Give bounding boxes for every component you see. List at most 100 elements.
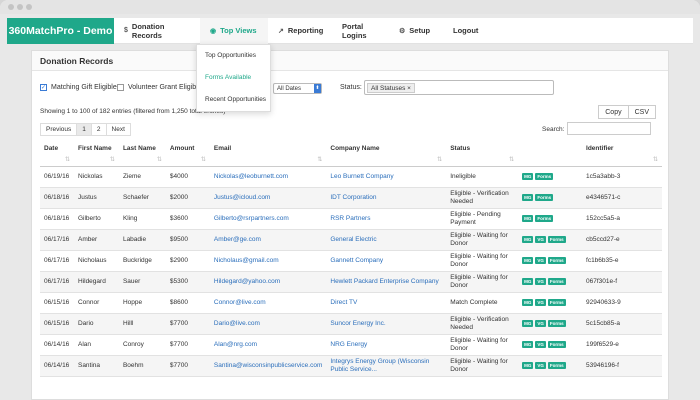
company-link[interactable]: NRG Energy	[330, 341, 367, 348]
badge-mg[interactable]: MG	[522, 193, 534, 201]
nav-donation-records[interactable]: $ Donation Records	[114, 18, 200, 44]
table-row[interactable]: 06/14/16 Alan Conroy $7700 Alan@nrg.com NRG E…	[40, 334, 662, 356]
sort-icon[interactable]: ⇅	[157, 156, 162, 163]
badge-vg[interactable]: VG	[535, 319, 546, 327]
nav-reporting[interactable]: ↗ Reporting	[268, 18, 330, 44]
column-header[interactable]: Last Name ⇅	[118, 142, 166, 167]
badge-mg[interactable]: MG	[522, 277, 534, 285]
company-link[interactable]: Gannett Company	[330, 257, 383, 264]
previous-page-button[interactable]: Previous	[40, 123, 78, 136]
table-row[interactable]: 06/14/16 Santina Boehm $7700 Santina@wiscons…	[40, 355, 662, 377]
table-row[interactable]: 06/19/16 Nickolas Zieme $4000 Nickolas@leobu…	[40, 166, 662, 188]
status-multiselect[interactable]: All Statuses ×	[364, 80, 554, 95]
email-link[interactable]: Amber@ge.com	[214, 236, 261, 243]
badge-forms[interactable]: Forms	[535, 172, 554, 180]
email-link[interactable]: Alan@nrg.com	[214, 341, 257, 348]
sort-icon[interactable]: ⇅	[110, 156, 115, 163]
window-dot-icon[interactable]	[8, 4, 14, 10]
badge-forms[interactable]: Forms	[535, 193, 554, 201]
sort-icon[interactable]: ⇅	[437, 156, 442, 163]
badge-forms[interactable]: Forms	[547, 298, 566, 306]
search-input[interactable]	[567, 122, 651, 135]
badge-vg[interactable]: VG	[535, 298, 546, 306]
badge-mg[interactable]: MG	[522, 235, 534, 243]
column-header[interactable]: Status ⇅	[446, 142, 519, 167]
badge-forms[interactable]: Forms	[547, 319, 566, 327]
dropdown-forms-available[interactable]: Forms Available	[197, 67, 270, 89]
column-header[interactable]: Identifier ⇅	[582, 142, 662, 167]
badge-mg[interactable]: MG	[522, 214, 534, 222]
badge-mg[interactable]: MG	[522, 256, 534, 264]
date-range-select[interactable]: All Dates ⬍	[273, 83, 322, 94]
nav-logout[interactable]: Logout	[439, 18, 488, 44]
email-link[interactable]: Nicholaus@gmail.com	[214, 257, 279, 264]
table-row[interactable]: 06/17/16 Nicholaus Buckridge $2900 Nicholaus…	[40, 250, 662, 272]
badge-vg[interactable]: VG	[535, 256, 546, 264]
page-2-button[interactable]: 2	[90, 123, 107, 136]
table-row[interactable]: 06/18/16 Justus Schaefer $2000 Justus@icloud…	[40, 187, 662, 209]
csv-button[interactable]: CSV	[627, 105, 656, 119]
page-1-button[interactable]: 1	[76, 123, 92, 136]
company-link[interactable]: Integrys Energy Group (Wisconsin Public …	[330, 358, 429, 373]
dropdown-recent-opportunities[interactable]: Recent Opportunities	[197, 89, 270, 111]
company-link[interactable]: Direct TV	[330, 299, 357, 306]
table-row[interactable]: 06/17/16 Hildegard Sauer $5300 Hildegard@yah…	[40, 271, 662, 293]
sort-icon[interactable]: ⇅	[65, 156, 70, 163]
brand-logo[interactable]: 360MatchPro - Demo	[7, 17, 114, 44]
email-link[interactable]: Gilberto@rsrpartners.com	[214, 215, 289, 222]
table-row[interactable]: 06/17/16 Amber Labadie $9500 Amber@ge.com Gen…	[40, 229, 662, 251]
checkbox-unchecked-icon[interactable]	[117, 84, 124, 91]
badge-vg[interactable]: VG	[535, 340, 546, 348]
badge-forms[interactable]: Forms	[547, 361, 566, 369]
volunteer-grant-checkbox[interactable]: Volunteer Grant Eligible	[117, 84, 202, 91]
badge-vg[interactable]: VG	[535, 277, 546, 285]
column-header[interactable]: Date ⇅	[40, 142, 74, 167]
remove-tag-icon[interactable]: ×	[407, 85, 411, 92]
badge-forms[interactable]: Forms	[547, 277, 566, 285]
column-header[interactable]	[518, 142, 583, 167]
column-header[interactable]: First Name ⇅	[73, 142, 119, 167]
badge-mg[interactable]: MG	[522, 340, 534, 348]
nav-setup[interactable]: ⚙ Setup	[387, 18, 439, 44]
window-dot-icon[interactable]	[26, 4, 32, 10]
email-link[interactable]: Hildegard@yahoo.com	[214, 278, 280, 285]
sort-icon[interactable]: ⇅	[653, 156, 658, 163]
matching-gift-checkbox[interactable]: ✓ Matching Gift Eligible	[40, 84, 117, 91]
badge-mg[interactable]: MG	[522, 319, 534, 327]
email-link[interactable]: Justus@icloud.com	[214, 194, 270, 201]
company-link[interactable]: Hewlett Packard Enterprise Company	[330, 278, 438, 285]
badge-forms[interactable]: Forms	[547, 340, 566, 348]
copy-button[interactable]: Copy	[598, 105, 629, 119]
column-header[interactable]: Email ⇅	[209, 142, 327, 167]
sort-icon[interactable]: ⇅	[201, 156, 206, 163]
table-row[interactable]: 06/18/16 Gilberto Kling $3600 Gilberto@rsrpa…	[40, 208, 662, 230]
company-link[interactable]: IDT Corporation	[330, 194, 376, 201]
company-link[interactable]: Leo Burnett Company	[330, 173, 393, 180]
table-row[interactable]: 06/15/16 Connor Hoppe $8600 Connor@live.com D…	[40, 292, 662, 314]
nav-portal-logins[interactable]: Portal Logins	[330, 18, 387, 44]
company-link[interactable]: Suncor Energy Inc.	[330, 320, 385, 327]
checkbox-checked-icon[interactable]: ✓	[40, 84, 47, 91]
dropdown-top-opportunities[interactable]: Top Opportunities	[197, 45, 270, 67]
column-header[interactable]: Company Name ⇅	[326, 142, 447, 167]
sort-icon[interactable]: ⇅	[509, 156, 514, 163]
badge-forms[interactable]: Forms	[535, 214, 554, 222]
chevron-down-icon[interactable]: ⬍	[314, 84, 321, 93]
badge-mg[interactable]: MG	[522, 172, 534, 180]
email-link[interactable]: Connor@live.com	[214, 299, 266, 306]
column-header[interactable]: Amount ⇅	[165, 142, 210, 167]
badge-mg[interactable]: MG	[522, 298, 534, 306]
sort-icon[interactable]: ⇅	[317, 156, 322, 163]
window-dot-icon[interactable]	[17, 4, 23, 10]
badge-vg[interactable]: VG	[535, 235, 546, 243]
table-row[interactable]: 06/15/16 Dario Hilll $7700 Dario@live.com Sun…	[40, 313, 662, 335]
badge-mg[interactable]: MG	[522, 361, 534, 369]
company-link[interactable]: General Electric	[330, 236, 376, 243]
nav-top-views[interactable]: ◉ Top Views	[200, 17, 268, 44]
badge-forms[interactable]: Forms	[547, 235, 566, 243]
email-link[interactable]: Dario@live.com	[214, 320, 260, 327]
next-page-button[interactable]: Next	[105, 123, 131, 136]
badge-vg[interactable]: VG	[535, 361, 546, 369]
email-link[interactable]: Santina@wisconsinpublicservice.com	[214, 362, 322, 369]
badge-forms[interactable]: Forms	[547, 256, 566, 264]
